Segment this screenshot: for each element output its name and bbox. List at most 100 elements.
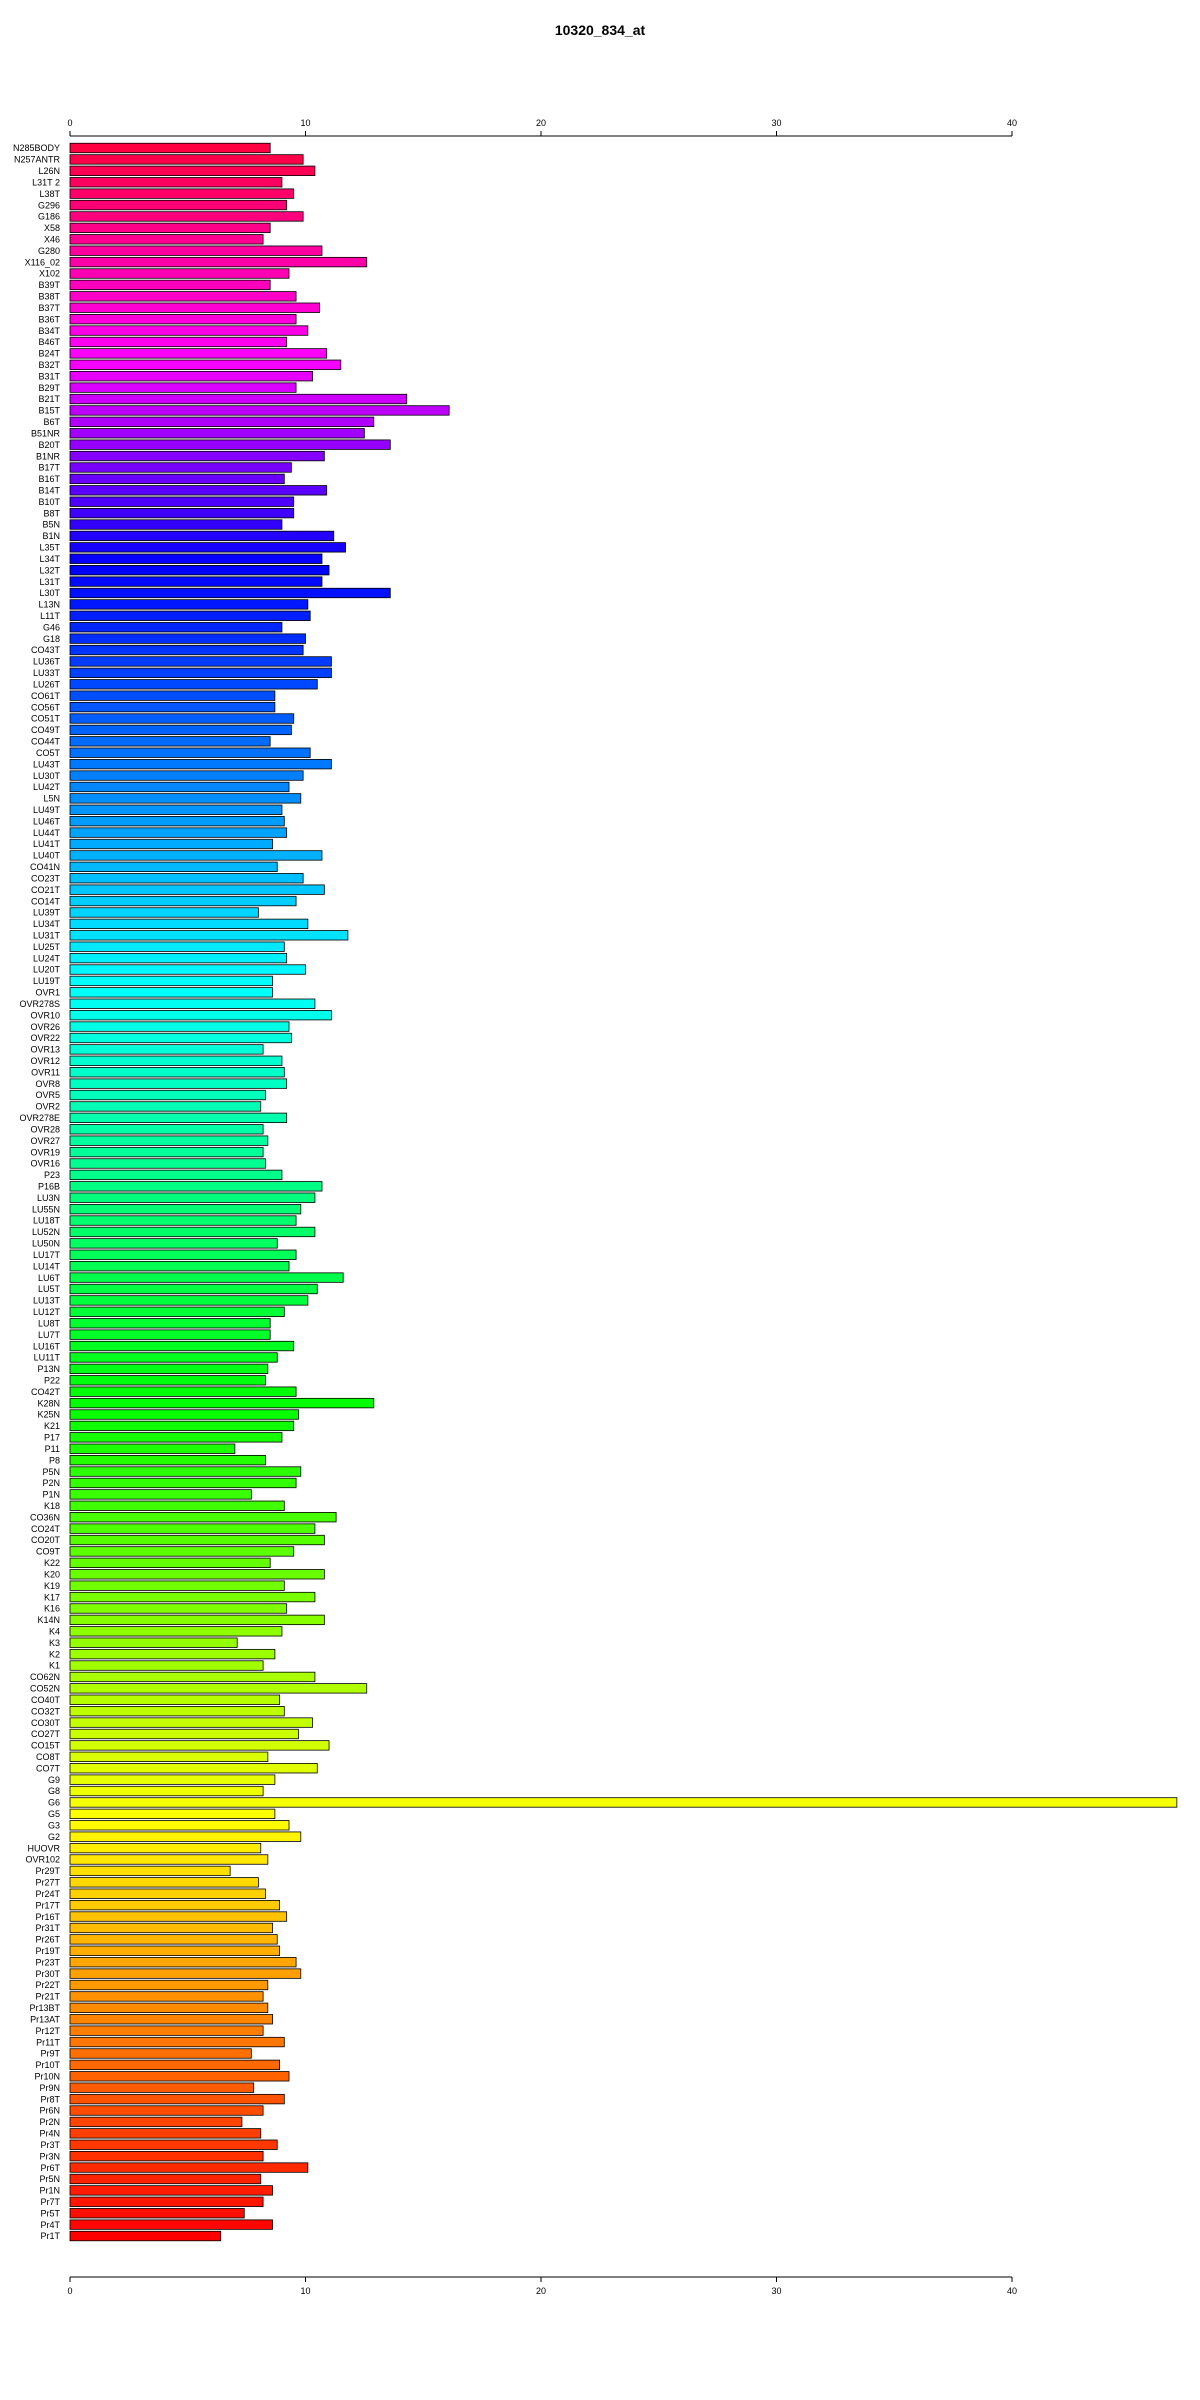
category-label: B34T: [38, 326, 60, 336]
bar: [69, 724, 292, 736]
bar: [69, 1101, 262, 1112]
category-label: LU11T: [34, 1353, 61, 1363]
category-label: Pr22T: [35, 1980, 60, 1990]
category-label: LU7T: [38, 1330, 61, 1340]
bar: [69, 2230, 222, 2242]
bar: [69, 1397, 375, 1409]
bar: [69, 1500, 285, 1511]
category-label: P2N: [42, 1478, 60, 1488]
category-label: Pr10N: [34, 2071, 60, 2081]
bar: [69, 2185, 273, 2196]
category-label: B20T: [38, 440, 60, 450]
category-label: Pr1N: [39, 2186, 60, 2196]
category-label: CO44T: [31, 737, 61, 747]
category-label: N257ANTR: [14, 155, 61, 165]
category-label: G296: [38, 200, 60, 210]
category-label: G8: [48, 1786, 60, 1796]
bar: [69, 1911, 288, 1922]
bar: [69, 450, 325, 462]
bar: [69, 1226, 316, 1238]
bar: [69, 1489, 252, 1500]
bar-chart: 0 10 20 30 400 10 20 30 40N285BODYN257ANTRL26NL3…: [13, 118, 1178, 2296]
category-label: B24T: [38, 349, 60, 359]
category-label: Pr5T: [40, 2208, 60, 2218]
bar: [69, 2014, 273, 2025]
bar: [69, 633, 306, 644]
category-label: K18: [44, 1501, 60, 1511]
category-label: OVR26: [30, 1022, 60, 1032]
category-label: K14N: [37, 1615, 60, 1625]
bar: [69, 895, 297, 907]
bar: [69, 1055, 283, 1066]
category-label: OVR278S: [19, 999, 60, 1009]
bar: [69, 2139, 278, 2150]
bar: [69, 1842, 262, 1854]
category-label: Pr5N: [39, 2174, 60, 2184]
bar: [69, 1991, 264, 2002]
bar: [69, 1512, 337, 1523]
bar: [69, 576, 323, 587]
category-label: Pr9T: [40, 2049, 60, 2059]
category-label: LU12T: [33, 1307, 61, 1317]
bar: [69, 781, 290, 793]
bar: [69, 1865, 231, 1877]
category-label: L32T: [39, 565, 60, 575]
category-label: CO41N: [30, 862, 60, 872]
category-label: P17: [44, 1433, 60, 1443]
category-label: B16T: [38, 474, 60, 484]
category-label: LU55N: [32, 1204, 60, 1214]
x-tick-label-bottom: 30: [771, 2286, 781, 2296]
bar: [69, 838, 273, 850]
category-label: B46T: [38, 337, 60, 347]
bar: [69, 930, 349, 941]
bar: [69, 770, 304, 781]
bar: [69, 2071, 290, 2082]
bar: [69, 1751, 269, 1762]
category-label: OVR28: [30, 1124, 60, 1134]
category-label: B14T: [38, 486, 60, 496]
bar: [69, 1432, 283, 1443]
category-label: LU8T: [38, 1318, 61, 1328]
bar: [69, 1272, 344, 1283]
category-label: K17: [44, 1592, 60, 1602]
bar: [69, 1135, 269, 1146]
bar: [69, 142, 271, 154]
bar: [69, 644, 304, 656]
x-tick-label-top: 30: [771, 118, 781, 128]
category-label: B51NR: [31, 428, 61, 438]
bar: [69, 1785, 264, 1797]
category-label: L31T: [39, 577, 60, 587]
bar: [69, 2116, 243, 2128]
category-label: Pr3N: [39, 2151, 60, 2161]
bar: [69, 873, 304, 884]
bar: [69, 222, 271, 234]
category-label: K2: [49, 1649, 60, 1659]
bar: [69, 1854, 269, 1865]
category-label: OVR5: [35, 1090, 60, 1100]
bar: [69, 1603, 288, 1614]
category-label: Pr27T: [35, 1878, 60, 1888]
bar: [69, 713, 295, 724]
category-label: K21: [44, 1421, 60, 1431]
bar: [69, 2173, 262, 2185]
bar: [69, 1112, 288, 1123]
category-label: LU52N: [32, 1227, 60, 1237]
category-label: Pr12T: [35, 2026, 60, 2036]
category-label: CO7T: [36, 1763, 61, 1773]
category-label: LU24T: [33, 953, 61, 963]
category-label: K19: [44, 1581, 60, 1591]
category-label: CO42T: [31, 1387, 61, 1397]
bar: [69, 816, 285, 827]
category-label: CO27T: [31, 1729, 61, 1739]
bar: [69, 439, 391, 450]
bar: [69, 1078, 288, 1089]
bar: [69, 918, 309, 930]
category-label: LU13T: [33, 1296, 61, 1306]
category-label: B39T: [38, 280, 60, 290]
bar: [69, 1831, 302, 1842]
category-label: L30T: [39, 588, 60, 598]
category-label: CO5T: [36, 748, 61, 758]
bar: [69, 1466, 302, 1477]
category-label: Pr21T: [35, 1992, 60, 2002]
bar: [69, 1569, 325, 1580]
